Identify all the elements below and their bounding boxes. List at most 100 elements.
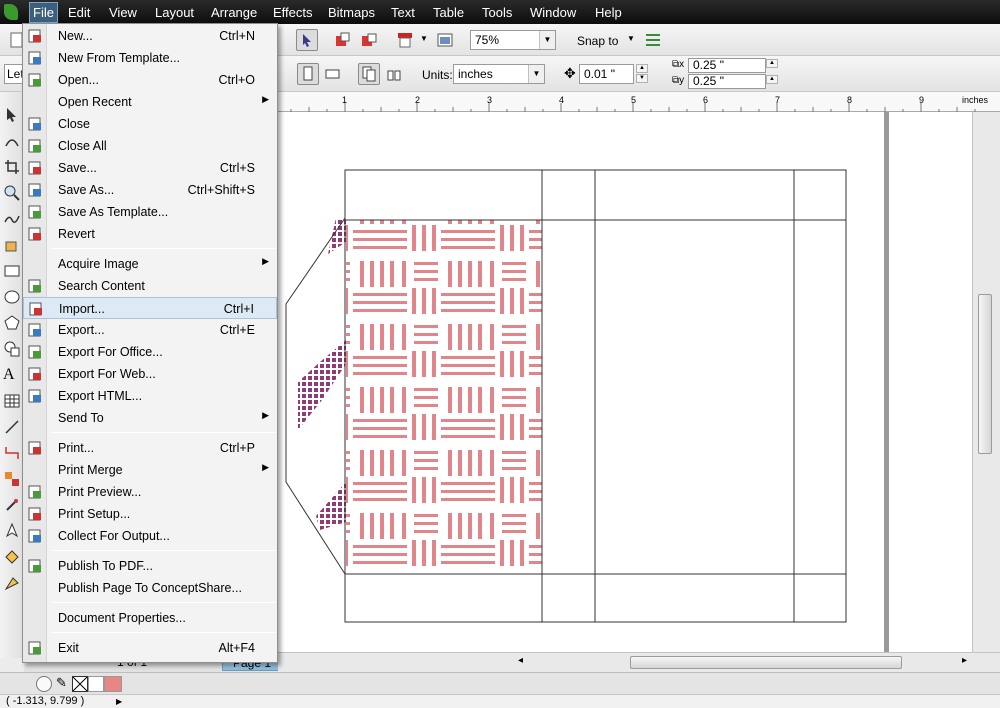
welcome-screen-icon[interactable] — [434, 29, 456, 51]
menu-item-save-as[interactable]: Save As... Ctrl+Shift+S — [23, 179, 277, 201]
white-swatch[interactable] — [88, 676, 104, 692]
zoom-level-combo[interactable]: 75% ▼ — [470, 30, 556, 50]
menu-item-open[interactable]: Open... Ctrl+O — [23, 69, 277, 91]
menu-layout[interactable]: Layout — [155, 5, 194, 20]
menu-help[interactable]: Help — [595, 5, 622, 20]
dimension-tool-icon[interactable] — [3, 418, 21, 436]
scroll-left-icon[interactable]: ◂ — [518, 655, 523, 666]
menu-item-exit[interactable]: Exit Alt+F4 — [23, 637, 277, 659]
menu-item-close[interactable]: Close — [23, 113, 277, 135]
options-icon[interactable] — [642, 29, 664, 51]
current-page-icon[interactable] — [384, 63, 406, 85]
chevron-down-icon[interactable]: ▼ — [420, 34, 428, 43]
status-expand-icon[interactable]: ▶ — [116, 695, 122, 708]
nudge-distance-field[interactable]: 0.01 " — [579, 64, 634, 84]
interactive-fill-icon[interactable] — [3, 574, 21, 592]
duplicate-y-spin[interactable]: ▲ — [766, 75, 778, 84]
menu-item-new-from-template[interactable]: New From Template... — [23, 47, 277, 69]
menu-item-document-properties[interactable]: Document Properties... — [23, 607, 277, 629]
menu-item-search-content[interactable]: Search Content — [23, 275, 277, 297]
menu-view[interactable]: View — [109, 5, 137, 20]
crop-tool-icon[interactable] — [3, 158, 21, 176]
menu-item-import[interactable]: Import... Ctrl+I — [23, 297, 277, 319]
table-tool-icon[interactable] — [3, 392, 21, 410]
menu-edit[interactable]: Edit — [68, 5, 90, 20]
menu-item-revert[interactable]: Revert — [23, 223, 277, 245]
menu-item-publish-to-pdf[interactable]: Publish To PDF... — [23, 555, 277, 577]
menu-item-print-merge[interactable]: Print Merge ▶ — [23, 459, 277, 481]
menu-item-label: Export... — [58, 323, 105, 337]
ellipse-tool-icon[interactable] — [3, 288, 21, 306]
paper-type-combo[interactable]: Let — [4, 64, 24, 84]
duplicate-y-field[interactable]: 0.25 " — [688, 74, 766, 89]
all-pages-icon[interactable] — [358, 63, 380, 85]
pick-tool-icon[interactable] — [3, 106, 21, 124]
menu-item-new[interactable]: New... Ctrl+N — [23, 25, 277, 47]
nudge-down-button[interactable]: ▼ — [636, 74, 648, 83]
chevron-down-icon[interactable]: ▼ — [528, 65, 544, 83]
menu-window[interactable]: Window — [530, 5, 576, 20]
shape-tool-icon[interactable] — [3, 132, 21, 150]
duplicate-x-spin[interactable]: ▲ — [766, 59, 778, 68]
rectangle-tool-icon[interactable] — [3, 262, 21, 280]
blend-tool-icon[interactable] — [3, 470, 21, 488]
menu-item-publish-page-to-conceptshare[interactable]: Publish Page To ConceptShare... — [23, 577, 277, 599]
menu-item-print-setup[interactable]: Print Setup... — [23, 503, 277, 525]
eyedropper-icon[interactable]: ✎ — [56, 675, 67, 691]
menu-item-collect-for-output[interactable]: Collect For Output... — [23, 525, 277, 547]
duplicate-x-field[interactable]: 0.25 " — [688, 58, 766, 73]
drawing-canvas[interactable] — [278, 112, 972, 652]
submenu-arrow-icon: ▶ — [262, 94, 269, 104]
menu-item-export-html[interactable]: Export HTML... — [23, 385, 277, 407]
eyedropper-tool-icon[interactable] — [3, 496, 21, 514]
connector-tool-icon[interactable] — [3, 444, 21, 462]
freehand-tool-icon[interactable] — [3, 210, 21, 228]
menu-item-export-for-web[interactable]: Export For Web... — [23, 363, 277, 385]
application-launcher-icon[interactable] — [394, 29, 416, 51]
menu-item-close-all[interactable]: Close All — [23, 135, 277, 157]
save-icon — [27, 160, 43, 176]
text-tool-icon[interactable]: A — [3, 366, 21, 384]
menu-table[interactable]: Table — [433, 5, 464, 20]
menu-effects[interactable]: Effects — [273, 5, 313, 20]
units-combo[interactable]: inches ▼ — [453, 64, 545, 84]
menu-item-save-as-template[interactable]: Save As Template... — [23, 201, 277, 223]
menu-bitmaps[interactable]: Bitmaps — [328, 5, 375, 20]
polygon-tool-icon[interactable] — [3, 314, 21, 332]
chevron-down-icon[interactable]: ▼ — [627, 34, 635, 43]
portrait-icon[interactable] — [297, 63, 319, 85]
menu-item-acquire-image[interactable]: Acquire Image ▶ — [23, 253, 277, 275]
vertical-scroll-thumb[interactable] — [978, 294, 992, 454]
import-toolbar-icon[interactable] — [332, 29, 354, 51]
horizontal-scroll-thumb[interactable] — [630, 656, 902, 669]
nudge-up-button[interactable]: ▲ — [636, 64, 648, 73]
pick-tool-button[interactable] — [296, 29, 318, 51]
export-toolbar-icon[interactable] — [358, 29, 380, 51]
menu-item-print[interactable]: Print... Ctrl+P — [23, 437, 277, 459]
menu-arrange[interactable]: Arrange — [211, 5, 257, 20]
smart-fill-icon[interactable] — [3, 236, 21, 254]
menu-item-send-to[interactable]: Send To ▶ — [23, 407, 277, 429]
landscape-icon[interactable] — [322, 63, 344, 85]
no-color-swatch[interactable] — [72, 676, 88, 692]
play-icon[interactable] — [36, 676, 52, 692]
search-content-icon — [27, 278, 43, 294]
menu-item-export[interactable]: Export... Ctrl+E — [23, 319, 277, 341]
menu-item-open-recent[interactable]: Open Recent ▶ — [23, 91, 277, 113]
horizontal-scrollbar[interactable]: ◂ ▸ — [278, 652, 1000, 672]
menu-text[interactable]: Text — [391, 5, 415, 20]
fill-tool-icon[interactable] — [3, 548, 21, 566]
zoom-tool-icon[interactable] — [3, 184, 21, 202]
menu-item-save[interactable]: Save... Ctrl+S — [23, 157, 277, 179]
menu-item-export-for-office[interactable]: Export For Office... — [23, 341, 277, 363]
scroll-right-icon[interactable]: ▸ — [962, 655, 967, 666]
menu-file[interactable]: File — [29, 2, 58, 23]
basic-shapes-icon[interactable] — [3, 340, 21, 358]
menu-tools[interactable]: Tools — [482, 5, 512, 20]
outline-pen-icon[interactable] — [3, 522, 21, 540]
chevron-down-icon[interactable]: ▼ — [539, 31, 555, 49]
vertical-scrollbar[interactable] — [972, 112, 1000, 656]
menu-item-print-preview[interactable]: Print Preview... — [23, 481, 277, 503]
pink-swatch[interactable] — [104, 676, 122, 692]
snap-to-label[interactable]: Snap to — [577, 34, 618, 48]
